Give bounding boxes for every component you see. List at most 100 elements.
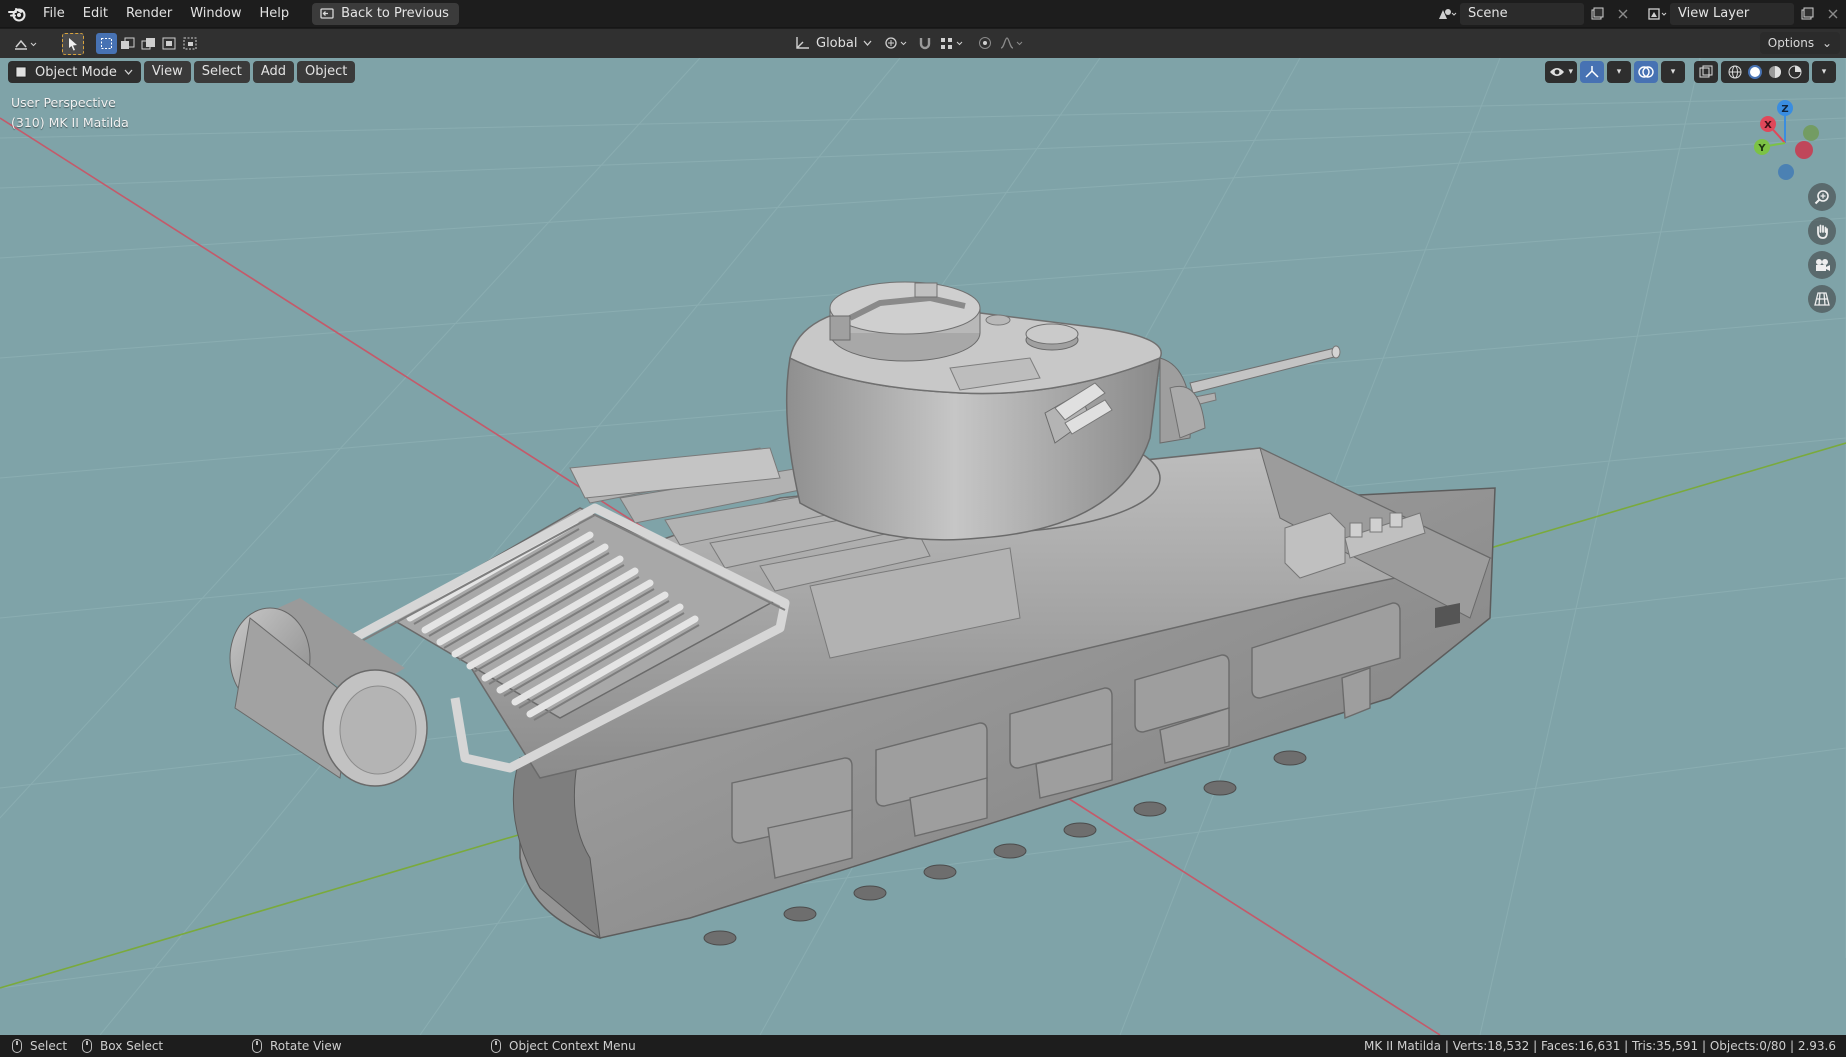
status-bar: Select Box Select Rotate View Object Con…: [0, 1035, 1846, 1057]
menu-edit[interactable]: Edit: [74, 0, 117, 28]
screen-back-icon: [320, 7, 334, 19]
blender-logo-icon[interactable]: [0, 0, 34, 28]
chevron-down-icon: ▾: [1616, 67, 1622, 77]
status-hint-box-select: Box Select: [82, 1039, 163, 1053]
selection-set-icon[interactable]: [96, 33, 117, 54]
selection-subtract-icon[interactable]: [138, 33, 159, 54]
status-hint-label: Object Context Menu: [509, 1039, 636, 1053]
status-hint-rotate-view: Rotate View: [252, 1039, 342, 1053]
commander-cupola: [829, 281, 981, 362]
wireframe-shading-icon[interactable]: [1727, 64, 1743, 80]
3d-viewport[interactable]: Object Mode View Select Add Object User …: [0, 58, 1846, 1035]
viewport-menu-object[interactable]: Object: [297, 61, 356, 83]
gizmo-icon: [1585, 66, 1599, 78]
gizmo-toggle-button[interactable]: [1580, 61, 1604, 83]
transform-orientation-label: Global: [816, 35, 858, 51]
gizmo-y-label: Y: [1757, 143, 1766, 154]
select-tool-icon[interactable]: [62, 32, 84, 55]
rear-fuel-drum: [229, 598, 428, 787]
viewport-object-info: (310) MK II Matilda: [11, 115, 129, 130]
menu-render[interactable]: Render: [117, 0, 181, 28]
status-hint-select: Select: [12, 1039, 67, 1053]
status-hint-label: Rotate View: [270, 1039, 342, 1053]
remove-scene-icon[interactable]: [1610, 3, 1636, 25]
shading-options-dropdown[interactable]: ▾: [1812, 61, 1836, 83]
viewport-menu-view[interactable]: View: [143, 61, 191, 83]
eye-icon: [1550, 68, 1565, 76]
status-hint-label: Box Select: [100, 1039, 164, 1053]
mouse-left-icon: [12, 1039, 22, 1053]
solid-shading-icon[interactable]: [1747, 64, 1763, 80]
transform-orientation-dropdown[interactable]: Global: [786, 32, 880, 54]
overlays-dropdown[interactable]: ▾: [1661, 61, 1685, 83]
workspace-selectors: Scene View Layer: [1434, 0, 1846, 28]
mouse-middle-icon: [252, 1039, 262, 1053]
menu-window[interactable]: Window: [181, 0, 250, 28]
tool-settings-header: Global Options ⌄: [0, 29, 1846, 58]
gizmo-x-label: X: [1764, 120, 1772, 131]
viewport-perspective-label: User Perspective: [11, 95, 116, 110]
transform-settings-group: Global: [786, 32, 1030, 54]
chevron-down-icon: ⌄: [1821, 36, 1832, 50]
scene-type-icon[interactable]: [1434, 3, 1460, 25]
menu-file[interactable]: File: [34, 0, 74, 28]
rendered-shading-icon[interactable]: [1787, 64, 1803, 80]
chevron-down-icon: [124, 69, 133, 75]
options-label: Options: [1767, 36, 1815, 50]
xray-toggle-button[interactable]: [1694, 61, 1718, 83]
viewport-header: Object Mode View Select Add Object: [8, 61, 356, 83]
viewport-scene: [0, 58, 1846, 1035]
pivot-point-icon[interactable]: [880, 32, 914, 54]
ortho-grid-icon[interactable]: [1808, 285, 1836, 313]
xray-icon: [1699, 65, 1713, 78]
editor-type-icon[interactable]: [10, 33, 44, 55]
zoom-view-icon[interactable]: [1808, 183, 1836, 211]
new-view-layer-icon[interactable]: [1794, 3, 1820, 25]
chevron-down-icon: ▾: [1568, 67, 1573, 77]
snap-toggle-icon[interactable]: [914, 32, 936, 54]
pan-view-hand-icon[interactable]: [1808, 217, 1836, 245]
back-to-previous-label: Back to Previous: [341, 6, 449, 21]
remove-view-layer-icon[interactable]: [1820, 3, 1846, 25]
gizmo-neg-y-circle[interactable]: [1803, 125, 1819, 141]
gizmo-neg-z-circle[interactable]: [1778, 164, 1794, 180]
proportional-falloff-icon[interactable]: [996, 32, 1030, 54]
status-hint-label: Select: [30, 1039, 68, 1053]
overlays-toggle-button[interactable]: [1634, 61, 1658, 83]
scene-name-field[interactable]: Scene: [1460, 3, 1584, 25]
viewport-menu-select[interactable]: Select: [193, 61, 250, 83]
interaction-mode-dropdown[interactable]: Object Mode: [8, 61, 141, 83]
viewport-navigation-buttons: [1808, 183, 1836, 313]
back-to-previous-button[interactable]: Back to Previous: [312, 2, 459, 25]
object-visibility-dropdown[interactable]: ▾: [1545, 61, 1577, 83]
viewport-shading-controls: ▾ ▾ ▾ ▾: [1545, 61, 1836, 83]
chevron-down-icon: ▾: [1670, 67, 1676, 77]
chevron-down-icon: ▾: [1821, 67, 1827, 77]
object-mode-icon: [15, 66, 27, 78]
mouse-drag-icon: [82, 1039, 92, 1053]
view-layer-name-field[interactable]: View Layer: [1670, 3, 1794, 25]
new-scene-icon[interactable]: [1584, 3, 1610, 25]
gizmo-neg-x-circle[interactable]: [1795, 141, 1813, 159]
view-layer-type-icon[interactable]: [1644, 3, 1670, 25]
overlays-icon: [1638, 66, 1654, 78]
selection-intersect-icon[interactable]: [180, 33, 201, 54]
viewport-menu-add[interactable]: Add: [252, 61, 295, 83]
proportional-editing-icon[interactable]: [974, 32, 996, 54]
status-hint-context-menu: Object Context Menu: [491, 1039, 636, 1053]
selection-invert-icon[interactable]: [159, 33, 180, 54]
interaction-mode-label: Object Mode: [35, 64, 117, 80]
selection-extend-icon[interactable]: [117, 33, 138, 54]
gizmo-dropdown[interactable]: ▾: [1607, 61, 1631, 83]
scene-statistics: MK II Matilda | Verts:18,532 | Faces:16,…: [1364, 1039, 1836, 1053]
navigation-gizmo[interactable]: Z X Y: [1740, 98, 1830, 188]
options-dropdown[interactable]: Options ⌄: [1759, 32, 1840, 54]
material-shading-icon[interactable]: [1767, 64, 1783, 80]
snap-target-icon[interactable]: [936, 32, 970, 54]
orientation-axes-icon: [796, 37, 809, 49]
main-gun: [1189, 345, 1341, 407]
menu-help[interactable]: Help: [251, 0, 299, 28]
camera-view-icon[interactable]: [1808, 251, 1836, 279]
top-menu-bar: File Edit Render Window Help Back to Pre…: [0, 0, 1846, 28]
tank-model[interactable]: [229, 281, 1496, 946]
